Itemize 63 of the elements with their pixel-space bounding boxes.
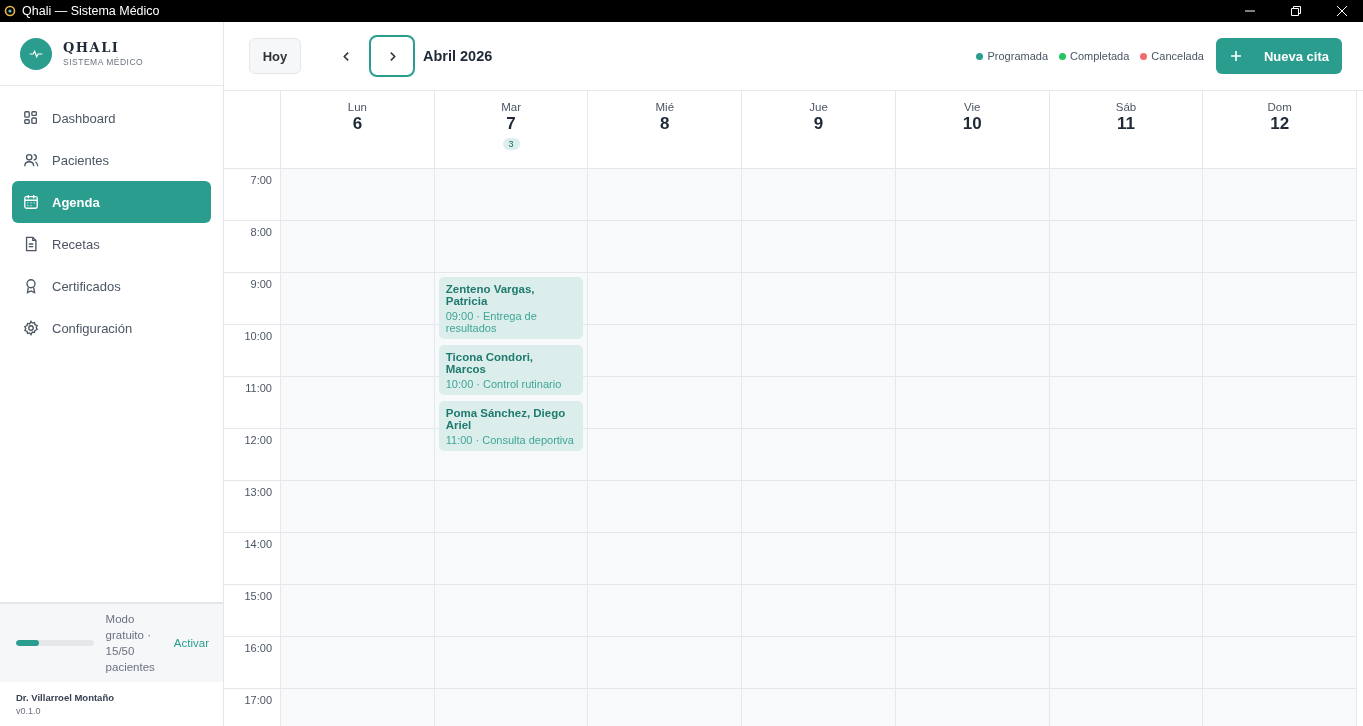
appointment-detail: 11:00 · Consulta deportiva bbox=[445, 434, 575, 446]
restore-icon[interactable] bbox=[1291, 6, 1301, 16]
plan-status-text: Modo gratuito · 15/50 pacientes bbox=[105, 612, 156, 675]
appointment-card[interactable]: Zenteno Vargas, Patricia 09:00 · Entrega de resultados bbox=[438, 277, 584, 339]
nav-item[interactable]: Recetas bbox=[12, 223, 211, 265]
plus-icon bbox=[1229, 50, 1242, 62]
appointment-card[interactable]: Poma Sánchez, Diego Ariel 11:00 · Consulta deportiva bbox=[438, 401, 584, 451]
day-number: 8 bbox=[660, 114, 670, 134]
document-icon bbox=[23, 236, 39, 252]
hour-label: 16:00 bbox=[244, 642, 272, 654]
day-number: 10 bbox=[962, 114, 982, 134]
appointment-detail: 09:00 · Entrega de resultados bbox=[445, 310, 538, 334]
weekday-label: Mar bbox=[501, 101, 521, 113]
weekday-label: Dom bbox=[1267, 101, 1292, 113]
hour-label: 10:00 bbox=[244, 330, 272, 342]
period-title: Abril 2026 bbox=[423, 48, 493, 64]
next-button[interactable] bbox=[369, 35, 415, 77]
hour-label: 12:00 bbox=[244, 434, 272, 446]
app-logo-icon bbox=[4, 5, 16, 17]
hour-label: 15:00 bbox=[244, 590, 272, 602]
hour-label: 13:00 bbox=[244, 486, 272, 498]
weekday-label: Mié bbox=[655, 101, 675, 113]
brand-subtitle: SISTEMA MÉDICO bbox=[63, 57, 144, 67]
patient-name: Zenteno Vargas, Patricia bbox=[445, 283, 536, 307]
users-icon bbox=[23, 152, 39, 168]
appointment-detail: 10:00 · Control rutinario bbox=[445, 378, 563, 390]
legend-label: Cancelada bbox=[1151, 50, 1204, 62]
nav-item[interactable]: Dashboard bbox=[12, 97, 211, 139]
appointment-card[interactable]: Ticona Condori, Marcos 10:00 · Control rutinario bbox=[438, 345, 584, 395]
user-name: Dr. Villarroel Montaño bbox=[16, 692, 115, 703]
today-button[interactable]: Hoy bbox=[249, 38, 301, 74]
hour-label: 17:00 bbox=[244, 694, 272, 706]
day-number: 7 bbox=[506, 114, 516, 134]
day-number: 12 bbox=[1270, 114, 1290, 134]
patient-name: Poma Sánchez, Diego Ariel bbox=[445, 407, 567, 431]
brand-name: QHALI bbox=[63, 40, 121, 55]
appointment-count-badge: 3 bbox=[502, 138, 520, 150]
weekday-label: Vie bbox=[964, 101, 981, 113]
legend-label: Programada bbox=[987, 50, 1049, 62]
brand-logo bbox=[20, 37, 52, 70]
patient-name: Ticona Condori, Marcos bbox=[445, 351, 535, 375]
award-icon bbox=[23, 278, 39, 294]
weekday-label: Lun bbox=[347, 101, 367, 113]
settings-icon bbox=[23, 320, 39, 336]
close-icon[interactable] bbox=[1337, 6, 1347, 16]
app-version: v0.1.0 bbox=[16, 706, 42, 716]
legend-label: Completada bbox=[1070, 50, 1130, 62]
hour-label: 8:00 bbox=[250, 226, 272, 238]
day-number: 11 bbox=[1116, 114, 1135, 134]
day-number: 6 bbox=[352, 114, 363, 134]
calendar-icon bbox=[23, 194, 39, 210]
hour-label: 11:00 bbox=[245, 382, 272, 394]
nav-item[interactable]: Certificados bbox=[12, 265, 211, 307]
weekday-label: Sáb bbox=[1115, 101, 1137, 113]
weekday-label: Jue bbox=[809, 101, 828, 113]
hour-label: 7:00 bbox=[250, 174, 272, 186]
nav-item[interactable]: Configuración bbox=[12, 307, 211, 349]
hour-label: 9:00 bbox=[250, 278, 272, 290]
grid-icon bbox=[23, 110, 39, 126]
nav-item[interactable]: Pacientes bbox=[12, 139, 211, 181]
hour-label: 14:00 bbox=[244, 538, 272, 550]
window-title: Qhali — Sistema Médico bbox=[22, 4, 160, 18]
day-number: 9 bbox=[813, 114, 824, 134]
